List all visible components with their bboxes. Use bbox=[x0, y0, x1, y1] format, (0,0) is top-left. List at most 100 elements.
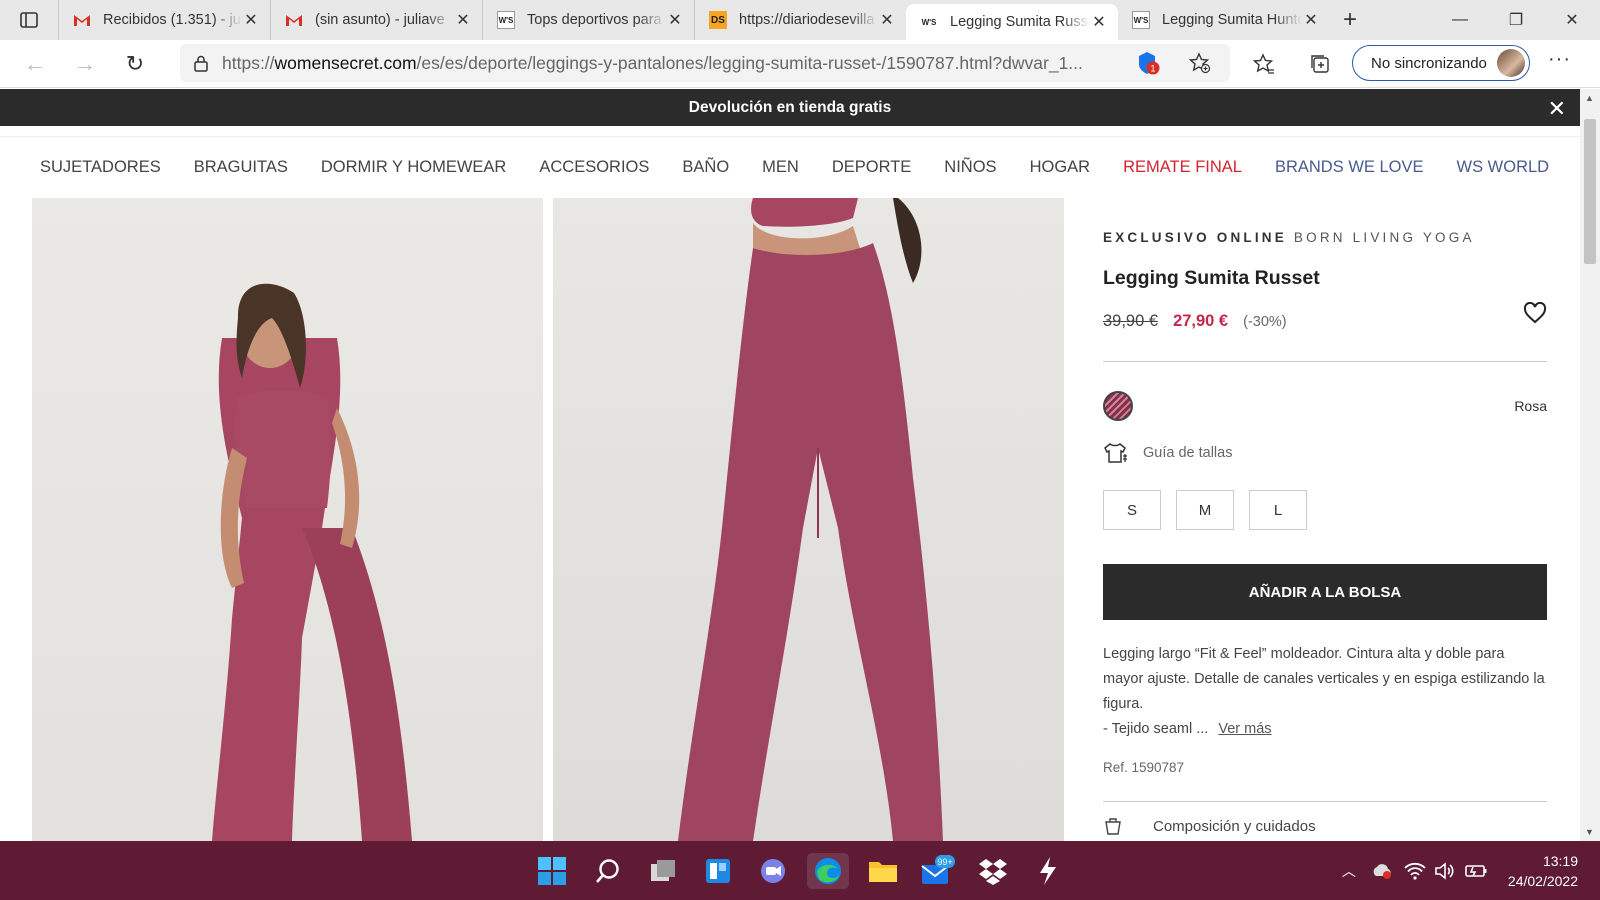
close-tab-icon[interactable]: ✕ bbox=[454, 10, 472, 30]
nav-item-ws-world[interactable]: WS WORLD bbox=[1457, 158, 1550, 177]
browser-toolbar: ← → ↻ https://womensecret.com/es/es/depo… bbox=[0, 40, 1600, 88]
close-window-icon[interactable]: ✕ bbox=[1544, 0, 1600, 40]
clock-time: 13:19 bbox=[1542, 852, 1578, 869]
nav-item-men[interactable]: MEN bbox=[762, 158, 799, 177]
page-scrollbar[interactable]: ▲ ▼ bbox=[1580, 89, 1600, 841]
add-to-bag-button[interactable]: AÑADIR A LA BOLSA bbox=[1103, 564, 1547, 620]
close-tab-icon[interactable]: ✕ bbox=[878, 10, 896, 30]
system-clock[interactable]: 13:19 24/02/2022 bbox=[1508, 851, 1578, 891]
ds-icon: DS bbox=[709, 11, 727, 29]
nav-item-sujetadores[interactable]: SUJETADORES bbox=[40, 158, 161, 177]
windows-start-icon[interactable] bbox=[534, 853, 570, 889]
file-explorer-icon[interactable] bbox=[865, 853, 901, 889]
close-tab-icon[interactable]: ✕ bbox=[1090, 12, 1108, 32]
sync-profile-button[interactable]: No sincronizando bbox=[1352, 45, 1530, 81]
size-guide-icon bbox=[1104, 442, 1127, 463]
size-option-s[interactable]: S bbox=[1103, 490, 1161, 530]
onedrive-icon[interactable] bbox=[1370, 862, 1394, 880]
description-text: Legging largo “Fit & Feel” moldeador. Ci… bbox=[1103, 646, 1545, 712]
product-brand: BORN LIVING YOGA bbox=[1293, 230, 1475, 245]
new-tab-button[interactable]: + bbox=[1330, 6, 1370, 34]
size-options: S M L bbox=[1103, 490, 1547, 530]
system-tray: ︿ 13:19 24/02/2022 bbox=[1342, 841, 1600, 900]
size-guide-label: Guía de tallas bbox=[1143, 445, 1233, 461]
size-guide-link[interactable]: Guía de tallas bbox=[1103, 442, 1547, 464]
original-price: 39,90 € bbox=[1103, 312, 1159, 330]
promo-text: Devolución en tienda gratis bbox=[688, 98, 892, 116]
close-tab-icon[interactable]: ✕ bbox=[1302, 10, 1320, 30]
more-options-icon[interactable]: ··· bbox=[1548, 48, 1571, 71]
sale-price: 27,90 € bbox=[1173, 312, 1229, 330]
scroll-up-icon[interactable]: ▲ bbox=[1585, 93, 1594, 103]
browser-tab[interactable]: (sin asunto) - juliave ✕ bbox=[270, 0, 482, 40]
nav-item-ninos[interactable]: NIÑOS bbox=[944, 158, 996, 177]
extension-icon[interactable]: 1 bbox=[1132, 47, 1164, 79]
color-swatch-rosa[interactable] bbox=[1103, 391, 1133, 421]
composition-accordion[interactable]: Composición y cuidados bbox=[1103, 816, 1547, 836]
close-icon[interactable]: ✕ bbox=[1548, 96, 1566, 122]
close-tab-icon[interactable]: ✕ bbox=[242, 10, 260, 30]
edge-browser-icon[interactable] bbox=[807, 853, 849, 889]
refresh-button[interactable]: ↻ bbox=[110, 44, 160, 84]
browser-tab[interactable]: W'S Tops deportivos para mujer ✕ bbox=[482, 0, 694, 40]
tab-actions-button[interactable] bbox=[0, 0, 58, 40]
add-favorite-icon[interactable] bbox=[1184, 47, 1216, 79]
restore-icon[interactable]: ❐ bbox=[1488, 0, 1544, 40]
refresh-icon: ↻ bbox=[125, 50, 145, 76]
minimize-icon[interactable]: ― bbox=[1432, 0, 1488, 40]
browser-tab[interactable]: Recibidos (1.351) - juliave ✕ bbox=[58, 0, 270, 40]
browser-tab[interactable]: DS https://diariodesevilla ✕ bbox=[694, 0, 906, 40]
chevron-up-icon[interactable]: ︿ bbox=[1342, 861, 1356, 881]
wifi-icon[interactable] bbox=[1404, 862, 1426, 880]
forward-button[interactable]: → bbox=[60, 44, 110, 84]
battery-icon[interactable] bbox=[1464, 862, 1488, 880]
care-icon bbox=[1105, 818, 1121, 835]
tab-title: Legging Sumita Russet bbox=[950, 14, 1090, 30]
divider bbox=[1103, 801, 1547, 802]
wishlist-heart-icon[interactable] bbox=[1523, 302, 1547, 324]
volume-icon[interactable] bbox=[1434, 861, 1456, 880]
clock-date: 24/02/2022 bbox=[1507, 872, 1578, 889]
dropbox-icon[interactable] bbox=[975, 853, 1011, 889]
nav-item-accesorios[interactable]: ACCESORIOS bbox=[539, 158, 649, 177]
task-view-icon[interactable] bbox=[645, 853, 681, 889]
teams-chat-icon[interactable] bbox=[755, 853, 791, 889]
size-option-l[interactable]: L bbox=[1249, 490, 1307, 530]
nav-item-brands-we-love[interactable]: BRANDS WE LOVE bbox=[1275, 158, 1424, 177]
widgets-icon[interactable] bbox=[700, 853, 736, 889]
nav-item-deporte[interactable]: DEPORTE bbox=[832, 158, 911, 177]
product-image-legs[interactable] bbox=[553, 198, 1064, 841]
nav-item-dormir-homewear[interactable]: DORMIR Y HOMEWEAR bbox=[321, 158, 507, 177]
window-controls: ― ❐ ✕ bbox=[1432, 0, 1600, 40]
browser-tab[interactable]: W'S Legging Sumita Hunter ✕ bbox=[1118, 0, 1330, 40]
lock-icon[interactable] bbox=[194, 55, 208, 72]
mail-icon[interactable]: 99+ bbox=[920, 853, 956, 889]
exclusive-online-label: EXCLUSIVO ONLINE bbox=[1103, 230, 1287, 245]
address-bar[interactable]: https://womensecret.com/es/es/deporte/le… bbox=[180, 44, 1230, 82]
scroll-thumb[interactable] bbox=[1584, 119, 1596, 264]
size-option-m[interactable]: M bbox=[1176, 490, 1234, 530]
ws-icon: W'S bbox=[497, 11, 515, 29]
url-text[interactable]: https://womensecret.com/es/es/deporte/le… bbox=[222, 53, 1102, 74]
back-button[interactable]: ← bbox=[10, 44, 60, 84]
browser-tab-active[interactable]: W'S Legging Sumita Russet ✕ bbox=[906, 4, 1118, 40]
description-more-text: - Tejido seaml ... bbox=[1103, 721, 1209, 737]
nav-item-remate-final[interactable]: REMATE FINAL bbox=[1123, 158, 1242, 177]
nav-item-bano[interactable]: BAÑO bbox=[682, 158, 729, 177]
nav-item-hogar[interactable]: HOGAR bbox=[1030, 158, 1091, 177]
ws-icon: W'S bbox=[1132, 11, 1150, 29]
gmail-icon bbox=[73, 11, 91, 29]
selected-color-name: Rosa bbox=[1514, 398, 1547, 414]
close-tab-icon[interactable]: ✕ bbox=[666, 10, 684, 30]
color-selector: Rosa bbox=[1103, 390, 1547, 422]
product-eyebrow: EXCLUSIVO ONLINE BORN LIVING YOGA bbox=[1103, 230, 1547, 245]
search-icon[interactable] bbox=[590, 853, 626, 889]
nav-item-braguitas[interactable]: BRAGUITAS bbox=[194, 158, 288, 177]
favorites-icon[interactable] bbox=[1248, 48, 1280, 80]
app-lightning-icon[interactable] bbox=[1030, 853, 1066, 889]
collections-icon[interactable] bbox=[1304, 48, 1336, 80]
back-arrow-icon: ← bbox=[24, 50, 46, 76]
product-image-full-body[interactable] bbox=[32, 198, 543, 841]
scroll-down-icon[interactable]: ▼ bbox=[1585, 827, 1594, 837]
see-more-link[interactable]: Ver más bbox=[1218, 721, 1271, 737]
